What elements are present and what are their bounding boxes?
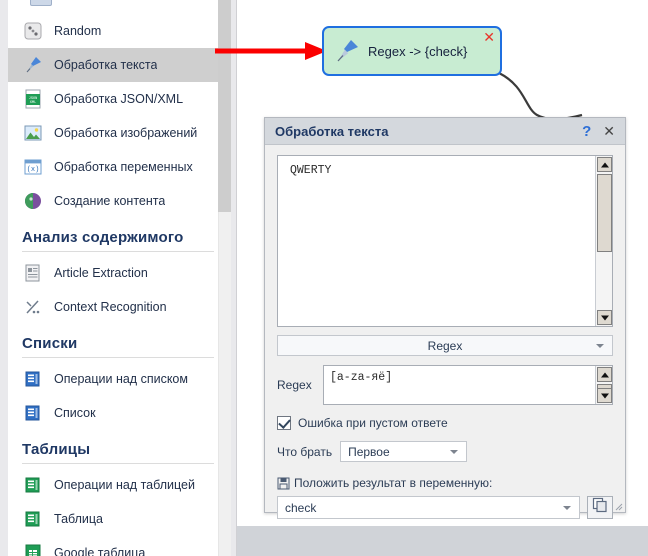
take-label: Что брать [277, 444, 333, 459]
sidebar-item-text-processing[interactable]: Обработка текста [8, 48, 218, 82]
take-row: Что брать Первое [277, 441, 613, 462]
result-variable-label-row: Положить результат в переменную: [277, 476, 613, 490]
sidebar-item-label: Обработка JSON/XML [54, 92, 184, 106]
copy-button[interactable] [587, 496, 613, 519]
list-ops-icon [22, 368, 44, 390]
input-textarea-value: QWERTY [290, 164, 332, 177]
dialog-text-processing: Обработка текста ? ✕ QWERTY Regex Regex … [264, 117, 626, 519]
sidebar-item-label: Операции над таблицей [54, 478, 195, 492]
regex-row: Regex [a-za-яё] [277, 365, 613, 405]
annotation-arrow-icon [215, 42, 327, 60]
regex-label: Regex [277, 378, 312, 392]
regex-scrollbar[interactable] [595, 366, 612, 404]
sidebar-item-random[interactable]: Random [8, 14, 218, 48]
mode-select-value: Regex [427, 338, 463, 353]
sidebar-item-variable-processing[interactable]: (x) Обработка переменных [8, 150, 218, 184]
scrollbar-thumb[interactable] [597, 174, 612, 252]
pen-icon [332, 36, 362, 66]
error-on-empty-checkbox-row[interactable]: Ошибка при пустом ответе [277, 416, 613, 430]
chevron-down-icon [596, 343, 604, 348]
scroll-up-button[interactable] [597, 157, 612, 172]
resize-grip-icon[interactable] [613, 501, 623, 511]
svg-text:XML: XML [30, 101, 36, 105]
canvas-bottom-strip [237, 526, 648, 556]
google-sheet-icon [22, 542, 44, 556]
dialog-title: Обработка текста [275, 123, 389, 139]
help-icon[interactable]: ? [582, 123, 591, 140]
regex-input-value: [a-za-яё] [330, 371, 393, 384]
sidebar-group: Random Обработка текста JSON XML Обработ… [8, 0, 218, 218]
save-icon [277, 477, 290, 490]
table-icon [22, 508, 44, 530]
textarea-scrollbar[interactable] [595, 156, 612, 326]
svg-text:(x): (x) [27, 166, 40, 174]
close-icon[interactable]: ✕ [483, 30, 495, 44]
scroll-up-button[interactable] [597, 367, 612, 382]
dice-icon [22, 20, 44, 42]
table-ops-icon [22, 474, 44, 496]
sidebar-item-article-extraction[interactable]: Article Extraction [8, 256, 218, 290]
context-icon [22, 296, 44, 318]
error-on-empty-label: Ошибка при пустом ответе [298, 416, 448, 430]
mode-select[interactable]: Regex [277, 335, 613, 356]
sidebar-item-label: Таблица [54, 512, 104, 526]
sidebar-item-label: Article Extraction [54, 266, 148, 280]
sidebar-left-edge [0, 0, 8, 556]
regex-input[interactable]: [a-za-яё] [323, 365, 613, 405]
sidebar-group: Таблицы Операции над таблицей Таблица Go… [8, 430, 218, 556]
sidebar-item-label: Google таблица [54, 546, 146, 556]
error-on-empty-checkbox[interactable] [277, 416, 291, 430]
sidebar-item-label: Random [54, 24, 102, 38]
sidebar-item-label: Список [54, 406, 96, 420]
sidebar-item-list: Random Обработка текста JSON XML Обработ… [8, 0, 219, 556]
sidebar-item-list-operations[interactable]: Операции над списком [8, 362, 218, 396]
brain-icon [22, 190, 44, 212]
sidebar-item-label: Обработка переменных [54, 160, 193, 174]
sidebar-item-image-processing[interactable]: Обработка изображений [8, 116, 218, 150]
take-select[interactable]: Первое [340, 441, 468, 462]
component-sidebar: Random Обработка текста JSON XML Обработ… [0, 0, 236, 556]
sidebar-item-list[interactable]: Список [8, 396, 218, 430]
sidebar-group-header: Таблицы [22, 430, 214, 464]
sidebar-item-label: Обработка текста [54, 58, 158, 72]
json-xml-icon: JSON XML [22, 88, 44, 110]
sidebar-group-header: Списки [22, 324, 214, 358]
copy-icon [592, 497, 608, 518]
chevron-down-icon [450, 449, 459, 454]
sidebar-scrollbar-thumb[interactable] [218, 0, 231, 212]
sidebar-item-label: Создание контента [54, 194, 166, 208]
chevron-down-icon [563, 505, 571, 510]
sidebar-item-label: Операции над списком [54, 372, 188, 386]
sidebar-item-label: Обработка изображений [54, 126, 198, 140]
sidebar-item-content-creation[interactable]: Создание контента [8, 184, 218, 218]
sidebar-item-json-xml[interactable]: JSON XML Обработка JSON/XML [8, 82, 218, 116]
sidebar-item-context-recognition[interactable]: Context Recognition [8, 290, 218, 324]
list-icon [22, 402, 44, 424]
sidebar-item-google-sheet[interactable]: Google таблица [8, 536, 218, 556]
sidebar-item-table[interactable]: Таблица [8, 502, 218, 536]
sidebar-group: Списки Операции над списком Список [8, 324, 218, 430]
dialog-titlebar[interactable]: Обработка текста ? ✕ [265, 118, 625, 145]
result-variable-row: check [277, 496, 613, 519]
result-variable-select[interactable]: check [277, 496, 580, 519]
flow-node-title: Regex -> {check} [368, 43, 468, 59]
result-variable-value: check [285, 500, 317, 515]
sidebar-group: Анализ содержимого Article Extraction Co… [8, 218, 218, 324]
take-select-value: Первое [348, 444, 390, 459]
pen-icon [22, 54, 44, 76]
variable-x-icon: (x) [22, 156, 44, 178]
partial-top-icon [30, 0, 52, 6]
sidebar-group-header: Анализ содержимого [22, 218, 214, 252]
sidebar-item-table-operations[interactable]: Операции над таблицей [8, 468, 218, 502]
close-icon[interactable]: ✕ [603, 123, 615, 140]
scroll-down-button[interactable] [597, 310, 612, 325]
flow-node-text-processing[interactable]: Regex -> {check} ✕ [322, 26, 502, 76]
dialog-body: QWERTY Regex Regex [a-za-яё] Ошибка при … [265, 145, 625, 519]
image-icon [22, 122, 44, 144]
article-icon [22, 262, 44, 284]
input-textarea[interactable]: QWERTY [277, 155, 613, 327]
result-variable-label: Положить результат в переменную: [294, 476, 493, 490]
sidebar-item-label: Context Recognition [54, 300, 167, 314]
scroll-down-button[interactable] [597, 388, 612, 403]
